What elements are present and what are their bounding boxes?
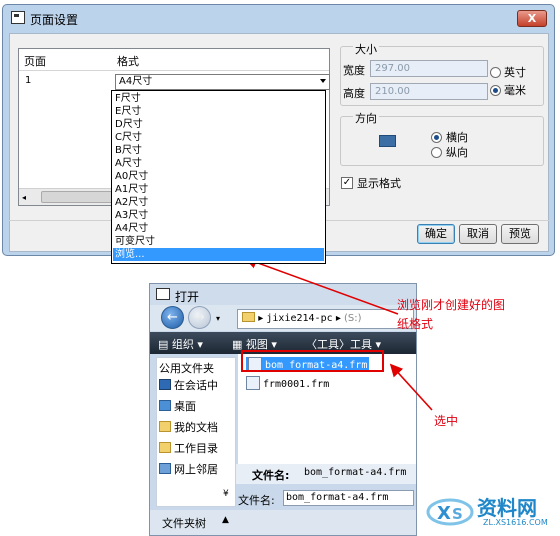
format-option-a[interactable]: A尺寸 <box>115 157 142 170</box>
format-dropdown-list: F尺寸 E尺寸 D尺寸 C尺寸 B尺寸 A尺寸 A0尺寸 A1尺寸 A2尺寸 A… <box>111 90 326 264</box>
annotation-arrows <box>243 256 433 411</box>
format-option-f[interactable]: F尺寸 <box>115 92 141 105</box>
annotation-browse-line1: 浏览刚才创建好的图 <box>397 298 506 312</box>
format-option-b[interactable]: B尺寸 <box>115 144 142 157</box>
watermark-brand: 资料网 <box>477 496 537 520</box>
svg-text:S: S <box>452 505 463 523</box>
format-option-variable[interactable]: 可变尺寸 <box>115 235 155 248</box>
annotation-browse-line2: 纸格式 <box>397 317 434 331</box>
annotation-select: 选中 <box>434 414 459 428</box>
format-option-a0[interactable]: A0尺寸 <box>115 170 148 183</box>
watermark-domain: ZL.XS1616.COM <box>483 518 548 527</box>
format-option-a4[interactable]: A4尺寸 <box>115 222 148 235</box>
format-option-d[interactable]: D尺寸 <box>115 118 143 131</box>
xs-logo-icon: X S <box>426 498 474 526</box>
format-option-a2[interactable]: A2尺寸 <box>115 196 148 209</box>
format-option-a3[interactable]: A3尺寸 <box>115 209 148 222</box>
format-option-c[interactable]: C尺寸 <box>115 131 142 144</box>
format-option-a1[interactable]: A1尺寸 <box>115 183 148 196</box>
format-option-browse[interactable]: 浏览... <box>113 248 324 261</box>
arrow-to-browse <box>243 256 399 315</box>
watermark: X S 资料网 ZL.XS1616.COM <box>425 490 560 534</box>
arrow-to-file <box>389 363 433 411</box>
format-option-e[interactable]: E尺寸 <box>115 105 141 118</box>
svg-text:X: X <box>437 503 451 524</box>
